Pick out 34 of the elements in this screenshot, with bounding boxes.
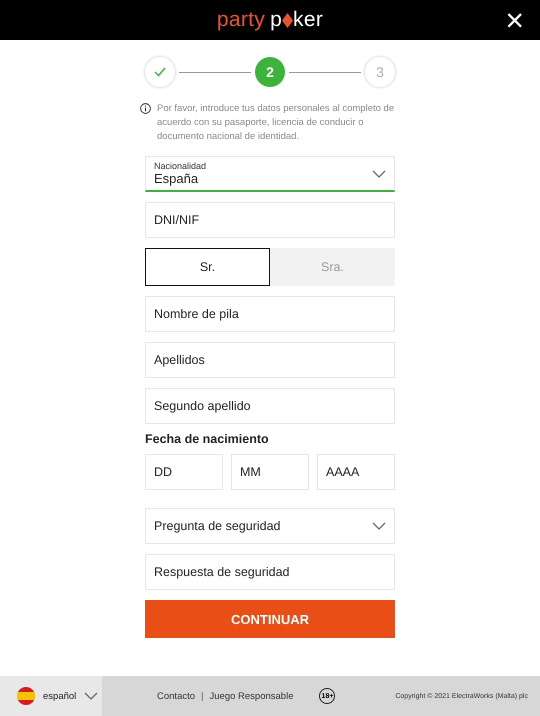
chevron-down-icon xyxy=(84,692,98,700)
id-field[interactable]: DNI/NIF xyxy=(145,202,395,238)
field-label: Nacionalidad xyxy=(154,161,206,171)
info-text: Por favor, introduce tus datos personales al completo de acuerdo con su pasaporte, licencia de conducir o documento nacional de identidad. xyxy=(157,102,396,144)
check-icon xyxy=(154,67,166,77)
step-indicator: 2 xyxy=(255,57,285,87)
date-field[interactable]: MM xyxy=(231,454,309,490)
diamond-icon xyxy=(282,12,294,28)
chevron-down-icon xyxy=(372,170,386,178)
title-option[interactable]: Sr. xyxy=(145,248,270,286)
close-button[interactable]: × xyxy=(505,6,524,34)
security-answer-field[interactable]: Respuesta de seguridad xyxy=(145,554,395,590)
step-indicator: 3 xyxy=(365,57,395,87)
logo-text: party xyxy=(216,8,266,32)
chevron-down-icon xyxy=(372,522,386,530)
logo-text: p xyxy=(270,8,282,32)
nationality-select[interactable]: Nacionalidad España xyxy=(145,156,395,192)
footer-link[interactable]: Juego Responsable xyxy=(210,690,294,702)
select-placeholder: Pregunta de seguridad xyxy=(154,519,280,533)
continue-button[interactable]: CONTINUAR xyxy=(145,600,395,638)
section-label: Fecha de nacimiento xyxy=(145,432,270,446)
flag-icon xyxy=(17,687,35,705)
name-field[interactable]: Segundo apellido xyxy=(145,388,395,424)
language-selector[interactable]: español xyxy=(0,676,102,716)
info-icon xyxy=(140,103,151,114)
name-field[interactable]: Nombre de pila xyxy=(145,296,395,332)
field-value: España xyxy=(154,171,200,186)
name-field[interactable]: Apellidos xyxy=(145,342,395,378)
footer-link[interactable]: Contacto xyxy=(157,690,196,702)
security-question-select[interactable]: Pregunta de seguridad xyxy=(145,508,395,544)
date-field[interactable]: DD xyxy=(145,454,223,490)
link-separator: | xyxy=(201,690,204,702)
logo-text: ker xyxy=(293,8,324,32)
date-field[interactable]: AAAA xyxy=(317,454,395,490)
